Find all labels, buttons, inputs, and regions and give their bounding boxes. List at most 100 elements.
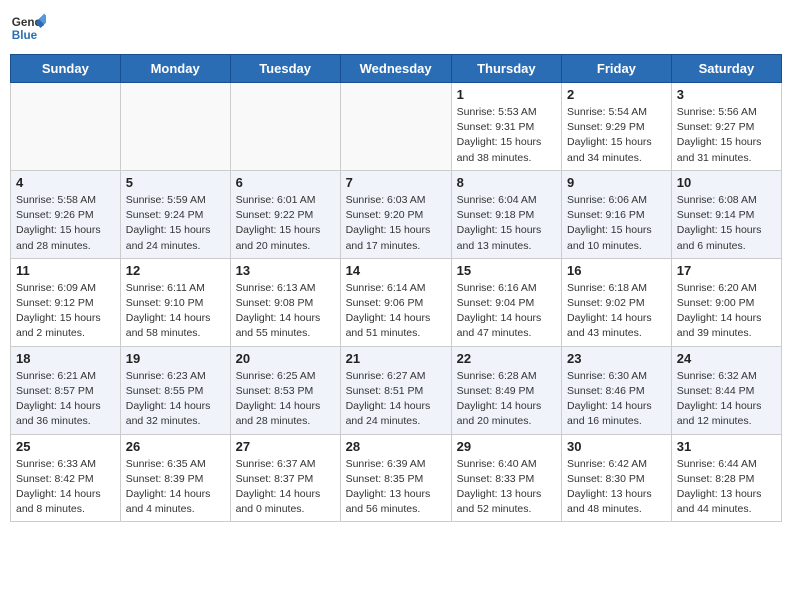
day-cell: 27Sunrise: 6:37 AMSunset: 8:37 PMDayligh… — [230, 434, 340, 522]
day-info: Sunrise: 6:27 AMSunset: 8:51 PMDaylight:… — [346, 369, 446, 430]
day-cell: 2Sunrise: 5:54 AMSunset: 9:29 PMDaylight… — [562, 83, 672, 171]
svg-text:Blue: Blue — [12, 29, 38, 42]
header: General Blue — [10, 10, 782, 46]
day-cell: 5Sunrise: 5:59 AMSunset: 9:24 PMDaylight… — [120, 170, 230, 258]
day-number: 15 — [457, 263, 556, 278]
day-number: 7 — [346, 175, 446, 190]
day-cell: 8Sunrise: 6:04 AMSunset: 9:18 PMDaylight… — [451, 170, 561, 258]
sunrise-text: Sunrise: 6:14 AM — [346, 282, 426, 294]
day-number: 4 — [16, 175, 115, 190]
day-info: Sunrise: 5:56 AMSunset: 9:27 PMDaylight:… — [677, 105, 776, 166]
daylight-text: Daylight: 14 hours and 32 minutes. — [126, 400, 211, 427]
day-cell: 30Sunrise: 6:42 AMSunset: 8:30 PMDayligh… — [562, 434, 672, 522]
day-info: Sunrise: 6:28 AMSunset: 8:49 PMDaylight:… — [457, 369, 556, 430]
sunrise-text: Sunrise: 6:35 AM — [126, 458, 206, 470]
day-number: 20 — [236, 351, 335, 366]
daylight-text: Daylight: 15 hours and 38 minutes. — [457, 136, 542, 163]
sunset-text: Sunset: 8:44 PM — [677, 385, 755, 397]
day-number: 31 — [677, 439, 776, 454]
daylight-text: Daylight: 15 hours and 31 minutes. — [677, 136, 762, 163]
day-cell: 15Sunrise: 6:16 AMSunset: 9:04 PMDayligh… — [451, 258, 561, 346]
sunset-text: Sunset: 8:53 PM — [236, 385, 314, 397]
sunrise-text: Sunrise: 6:23 AM — [126, 370, 206, 382]
day-info: Sunrise: 5:58 AMSunset: 9:26 PMDaylight:… — [16, 193, 115, 254]
day-number: 24 — [677, 351, 776, 366]
day-info: Sunrise: 6:44 AMSunset: 8:28 PMDaylight:… — [677, 457, 776, 518]
daylight-text: Daylight: 15 hours and 20 minutes. — [236, 224, 321, 251]
day-cell — [11, 83, 121, 171]
sunrise-text: Sunrise: 6:33 AM — [16, 458, 96, 470]
day-info: Sunrise: 6:18 AMSunset: 9:02 PMDaylight:… — [567, 281, 666, 342]
sunset-text: Sunset: 8:42 PM — [16, 473, 94, 485]
day-number: 23 — [567, 351, 666, 366]
sunset-text: Sunset: 9:31 PM — [457, 121, 535, 133]
day-cell: 4 Sunrise: 5:58 AMSunset: 9:26 PMDaylight… — [11, 170, 121, 258]
day-info: Sunrise: 6:35 AMSunset: 8:39 PMDaylight:… — [126, 457, 225, 518]
daylight-text: Daylight: 14 hours and 58 minutes. — [126, 312, 211, 339]
day-info: Sunrise: 6:40 AMSunset: 8:33 PMDaylight:… — [457, 457, 556, 518]
day-number: 26 — [126, 439, 225, 454]
daylight-text: Daylight: 15 hours and 28 minutes. — [16, 224, 101, 251]
sunset-text: Sunset: 9:26 PM — [16, 209, 94, 221]
day-header-thursday: Thursday — [451, 55, 561, 83]
day-number: 21 — [346, 351, 446, 366]
sunrise-text: Sunrise: 5:53 AM — [457, 106, 537, 118]
day-number: 22 — [457, 351, 556, 366]
daylight-text: Daylight: 15 hours and 34 minutes. — [567, 136, 652, 163]
sunset-text: Sunset: 9:16 PM — [567, 209, 645, 221]
day-info: Sunrise: 6:08 AMSunset: 9:14 PMDaylight:… — [677, 193, 776, 254]
sunrise-text: Sunrise: 6:03 AM — [346, 194, 426, 206]
week-row-2: 4 Sunrise: 5:58 AMSunset: 9:26 PMDaylight… — [11, 170, 782, 258]
day-cell: 3 Sunrise: 5:56 AMSunset: 9:27 PMDaylight… — [671, 83, 781, 171]
sunrise-text: Sunrise: 6:06 AM — [567, 194, 647, 206]
sunset-text: Sunset: 8:37 PM — [236, 473, 314, 485]
day-cell: 20Sunrise: 6:25 AMSunset: 8:53 PMDayligh… — [230, 346, 340, 434]
daylight-text: Daylight: 15 hours and 10 minutes. — [567, 224, 652, 251]
day-info: Sunrise: 6:06 AM Sunset: 9:16 PM Daylight:… — [567, 193, 666, 254]
day-cell: 24Sunrise: 6:32 AMSunset: 8:44 PMDayligh… — [671, 346, 781, 434]
sunset-text: Sunset: 9:24 PM — [126, 209, 204, 221]
daylight-text: Daylight: 14 hours and 39 minutes. — [677, 312, 762, 339]
daylight-text: Daylight: 15 hours and 24 minutes. — [126, 224, 211, 251]
day-cell: 18Sunrise: 6:21 AMSunset: 8:57 PMDayligh… — [11, 346, 121, 434]
day-number: 1 — [457, 87, 556, 102]
day-info: Sunrise: 5:54 AMSunset: 9:29 PMDaylight:… — [567, 105, 666, 166]
sunrise-text: Sunrise: 6:32 AM — [677, 370, 757, 382]
sunrise-text: Sunrise: 6:28 AM — [457, 370, 537, 382]
daylight-text: Daylight: 15 hours and 13 minutes. — [457, 224, 542, 251]
day-number: 12 — [126, 263, 225, 278]
week-row-3: 11Sunrise: 6:09 AMSunset: 9:12 PMDayligh… — [11, 258, 782, 346]
day-header-friday: Friday — [562, 55, 672, 83]
sunrise-text: Sunrise: 5:56 AM — [677, 106, 757, 118]
daylight-text: Daylight: 13 hours and 56 minutes. — [346, 488, 431, 515]
daylight-text: Daylight: 14 hours and 43 minutes. — [567, 312, 652, 339]
day-header-row: SundayMondayTuesdayWednesdayThursdayFrid… — [11, 55, 782, 83]
sunrise-text: Sunrise: 6:08 AM — [677, 194, 757, 206]
day-number: 3 — [677, 87, 776, 102]
day-number: 29 — [457, 439, 556, 454]
sunset-text: Sunset: 9:02 PM — [567, 297, 645, 309]
daylight-text: Daylight: 15 hours and 6 minutes. — [677, 224, 762, 251]
sunrise-text: Sunrise: 6:01 AM — [236, 194, 316, 206]
daylight-text: Daylight: 14 hours and 51 minutes. — [346, 312, 431, 339]
day-cell: 25Sunrise: 6:33 AMSunset: 8:42 PMDayligh… — [11, 434, 121, 522]
day-cell: 10Sunrise: 6:08 AMSunset: 9:14 PMDayligh… — [671, 170, 781, 258]
calendar-table: SundayMondayTuesdayWednesdayThursdayFrid… — [10, 54, 782, 522]
day-cell: 26 Sunrise: 6:35 AMSunset: 8:39 PMDayligh… — [120, 434, 230, 522]
daylight-text: Daylight: 14 hours and 28 minutes. — [236, 400, 321, 427]
day-number: 28 — [346, 439, 446, 454]
sunrise-text: Sunrise: 6:21 AM — [16, 370, 96, 382]
week-row-4: 18Sunrise: 6:21 AMSunset: 8:57 PMDayligh… — [11, 346, 782, 434]
day-cell: 12Sunrise: 6:11 AMSunset: 9:10 PMDayligh… — [120, 258, 230, 346]
sunset-text: Sunset: 8:35 PM — [346, 473, 424, 485]
day-info: Sunrise: 6:23 AMSunset: 8:55 PMDaylight:… — [126, 369, 225, 430]
day-cell: 1 Sunrise: 5:53 AM Sunset: 9:31 PM Daylight… — [451, 83, 561, 171]
day-cell — [340, 83, 451, 171]
day-number: 27 — [236, 439, 335, 454]
day-header-tuesday: Tuesday — [230, 55, 340, 83]
logo: General Blue — [10, 10, 50, 46]
day-cell: 19Sunrise: 6:23 AMSunset: 8:55 PMDayligh… — [120, 346, 230, 434]
day-info: Sunrise: 6:14 AMSunset: 9:06 PMDaylight:… — [346, 281, 446, 342]
sunset-text: Sunset: 9:08 PM — [236, 297, 314, 309]
day-info: Sunrise: 6:30 AMSunset: 8:46 PMDaylight:… — [567, 369, 666, 430]
